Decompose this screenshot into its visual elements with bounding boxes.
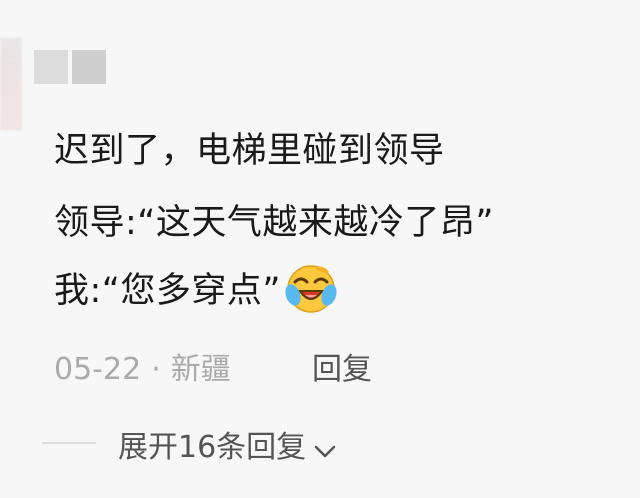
comment-meta: 05-22 · 新疆 (54, 344, 231, 388)
laughing-crying-emoji-icon (285, 262, 337, 314)
expand-replies-button[interactable]: 展开16条回复 (118, 422, 338, 466)
expand-replies-label: 展开16条回复 (118, 430, 307, 465)
username-blur-block (34, 50, 68, 84)
meta-separator: · (151, 352, 161, 387)
comment-date: 05-22 (54, 352, 142, 387)
comment-text-line-content: 我:“您多穿点” (54, 271, 282, 311)
chevron-down-icon (312, 434, 338, 458)
username-blurred[interactable] (34, 50, 106, 84)
reply-button[interactable]: 回复 (312, 344, 372, 388)
comment-location: 新疆 (170, 352, 231, 387)
comment-text-line: 领导:“这天气越来越冷了昂” (54, 203, 495, 243)
username-blur-block (72, 50, 106, 84)
avatar[interactable] (0, 38, 22, 130)
divider (42, 442, 96, 444)
comment-text-line: 迟到了，电梯里碰到领导 (54, 131, 445, 171)
comment-text-line: 我:“您多穿点” (54, 262, 337, 318)
